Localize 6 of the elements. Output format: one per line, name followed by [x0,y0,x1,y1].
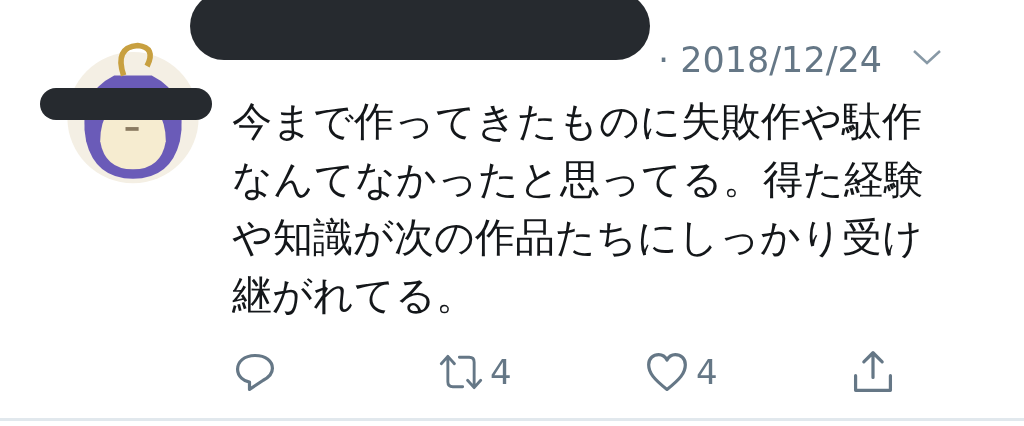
chevron-down-icon[interactable] [912,49,942,65]
action-count: 4 [490,352,512,392]
heart-icon[interactable] [644,350,690,394]
action-count: 4 [696,352,718,392]
tweet-date[interactable]: · 2018/12/24 [658,40,882,80]
tweet-text: 今まで作ってきたものに失敗作や駄作なんてなかったと思ってる。得た経験や知識が次の作品たちにしっかり受け継がれてる。 [232,97,925,320]
